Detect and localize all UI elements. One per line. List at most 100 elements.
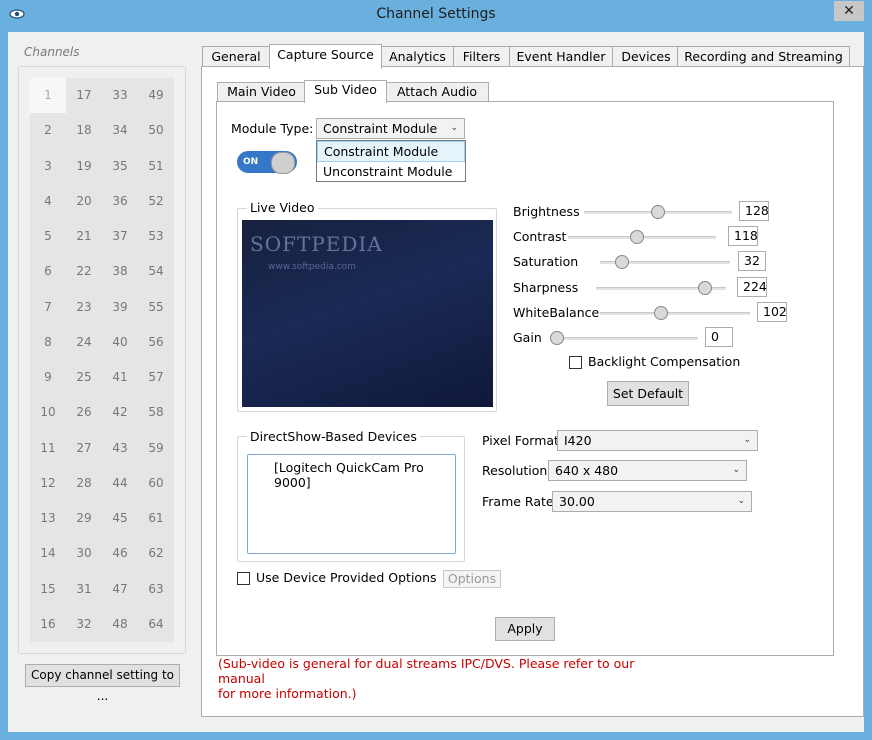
channel-cell[interactable]: 40 bbox=[102, 325, 138, 360]
resolution-select[interactable]: 640 x 480 ⌄ bbox=[548, 460, 747, 481]
channel-cell[interactable]: 2 bbox=[30, 113, 66, 148]
sharpness-slider-thumb[interactable] bbox=[698, 281, 713, 295]
channel-cell[interactable]: 57 bbox=[138, 360, 174, 395]
channel-cell[interactable]: 62 bbox=[138, 536, 174, 571]
channel-cell[interactable]: 12 bbox=[30, 466, 66, 501]
options-button[interactable]: Options bbox=[443, 570, 501, 588]
tab-capture-source[interactable]: Capture Source bbox=[269, 44, 382, 69]
channel-cell[interactable]: 17 bbox=[66, 78, 102, 113]
frame-rate-select[interactable]: 30.00 ⌄ bbox=[552, 491, 752, 512]
channel-cell[interactable]: 55 bbox=[138, 290, 174, 325]
channel-cell[interactable]: 27 bbox=[66, 431, 102, 466]
channel-cell[interactable]: 6 bbox=[30, 254, 66, 289]
channel-cell[interactable]: 22 bbox=[66, 254, 102, 289]
channel-cell[interactable]: 46 bbox=[102, 536, 138, 571]
channel-cell[interactable]: 37 bbox=[102, 219, 138, 254]
channel-cell[interactable]: 45 bbox=[102, 501, 138, 536]
contrast-slider-thumb[interactable] bbox=[629, 230, 644, 244]
channel-cell[interactable]: 20 bbox=[66, 184, 102, 219]
channel-cell[interactable]: 52 bbox=[138, 184, 174, 219]
channel-cell[interactable]: 38 bbox=[102, 254, 138, 289]
channel-cell[interactable]: 13 bbox=[30, 501, 66, 536]
contrast-value[interactable]: 118 bbox=[728, 226, 758, 246]
whitebalance-slider[interactable] bbox=[600, 312, 750, 315]
channel-cell[interactable]: 15 bbox=[30, 572, 66, 607]
channel-cell[interactable]: 43 bbox=[102, 431, 138, 466]
subtab-main-video[interactable]: Main Video bbox=[217, 82, 306, 103]
module-option-unconstraint[interactable]: Unconstraint Module bbox=[317, 162, 465, 181]
subtab-sub-video[interactable]: Sub Video bbox=[304, 80, 387, 103]
set-default-button[interactable]: Set Default bbox=[607, 381, 689, 406]
module-type-select[interactable]: Constraint Module ⌄ bbox=[316, 118, 465, 139]
channel-cell[interactable]: 30 bbox=[66, 536, 102, 571]
channel-cell[interactable]: 41 bbox=[102, 360, 138, 395]
channel-cell[interactable]: 19 bbox=[66, 149, 102, 184]
channel-cell[interactable]: 18 bbox=[66, 113, 102, 148]
channel-cell[interactable]: 9 bbox=[30, 360, 66, 395]
device-list-item[interactable]: [Logitech QuickCam Pro 9000] bbox=[274, 460, 455, 490]
channel-grid: 1 2 3 4 5 6 7 8 9 10 11 12 13 14 15 16 17 18 19 20 21 22 23 24 2… bbox=[30, 78, 174, 642]
channel-cell[interactable]: 28 bbox=[66, 466, 102, 501]
module-option-constraint[interactable]: Constraint Module bbox=[317, 141, 465, 162]
channel-cell[interactable]: 44 bbox=[102, 466, 138, 501]
channel-cell[interactable]: 24 bbox=[66, 325, 102, 360]
gain-value[interactable]: 0 bbox=[705, 327, 733, 347]
channel-cell[interactable]: 54 bbox=[138, 254, 174, 289]
channel-cell[interactable]: 3 bbox=[30, 149, 66, 184]
backlight-checkbox[interactable] bbox=[569, 356, 582, 369]
brightness-slider-thumb[interactable] bbox=[651, 205, 665, 219]
channel-cell[interactable]: 36 bbox=[102, 184, 138, 219]
channel-cell[interactable]: 16 bbox=[30, 607, 66, 642]
channel-cell[interactable]: 49 bbox=[138, 78, 174, 113]
gain-slider-thumb[interactable] bbox=[550, 331, 564, 345]
channel-cell[interactable]: 29 bbox=[66, 501, 102, 536]
sharpness-value[interactable]: 224 bbox=[737, 277, 767, 297]
channel-cell[interactable]: 26 bbox=[66, 395, 102, 430]
channel-cell[interactable]: 34 bbox=[102, 113, 138, 148]
channel-cell[interactable]: 35 bbox=[102, 149, 138, 184]
channel-cell[interactable]: 10 bbox=[30, 395, 66, 430]
channel-cell[interactable]: 33 bbox=[102, 78, 138, 113]
copy-channel-setting-button[interactable]: Copy channel setting to ... bbox=[25, 664, 180, 703]
brightness-value[interactable]: 128 bbox=[739, 201, 769, 221]
channel-cell[interactable]: 51 bbox=[138, 149, 174, 184]
channel-cell[interactable]: 56 bbox=[138, 325, 174, 360]
channel-cell[interactable]: 21 bbox=[66, 219, 102, 254]
channel-cell[interactable]: 25 bbox=[66, 360, 102, 395]
channel-cell[interactable]: 58 bbox=[138, 395, 174, 430]
channel-cell[interactable]: 53 bbox=[138, 219, 174, 254]
channel-cell[interactable]: 11 bbox=[30, 431, 66, 466]
channel-cell[interactable]: 14 bbox=[30, 536, 66, 571]
enable-toggle[interactable]: ON bbox=[237, 151, 297, 174]
use-device-options-checkbox[interactable] bbox=[237, 572, 250, 585]
channel-cell[interactable]: 48 bbox=[102, 607, 138, 642]
channel-cell[interactable]: 47 bbox=[102, 572, 138, 607]
channel-cell[interactable]: 60 bbox=[138, 466, 174, 501]
channel-cell[interactable]: 39 bbox=[102, 290, 138, 325]
channel-cell[interactable]: 59 bbox=[138, 431, 174, 466]
channel-cell[interactable]: 5 bbox=[30, 219, 66, 254]
channel-cell[interactable]: 1 bbox=[30, 78, 66, 113]
device-list[interactable]: [Logitech QuickCam Pro 9000] bbox=[247, 454, 456, 554]
close-button[interactable]: ✕ bbox=[834, 1, 864, 21]
saturation-value[interactable]: 32 bbox=[738, 251, 766, 271]
apply-button[interactable]: Apply bbox=[495, 617, 555, 641]
subtab-attach-audio[interactable]: Attach Audio bbox=[385, 82, 489, 103]
gain-slider[interactable] bbox=[550, 337, 698, 340]
frame-rate-value: 30.00 bbox=[559, 494, 595, 509]
channel-cell[interactable]: 8 bbox=[30, 325, 66, 360]
channel-cell[interactable]: 23 bbox=[66, 290, 102, 325]
channel-cell[interactable]: 61 bbox=[138, 501, 174, 536]
channel-cell[interactable]: 50 bbox=[138, 113, 174, 148]
channel-cell[interactable]: 42 bbox=[102, 395, 138, 430]
channel-cell[interactable]: 63 bbox=[138, 572, 174, 607]
resolution-value: 640 x 480 bbox=[555, 463, 619, 478]
channel-cell[interactable]: 4 bbox=[30, 184, 66, 219]
saturation-slider-thumb[interactable] bbox=[615, 255, 630, 269]
channel-cell[interactable]: 31 bbox=[66, 572, 102, 607]
channel-cell[interactable]: 64 bbox=[138, 607, 174, 642]
channel-cell[interactable]: 32 bbox=[66, 607, 102, 642]
whitebalance-value[interactable]: 102 bbox=[757, 302, 787, 322]
channel-cell[interactable]: 7 bbox=[30, 290, 66, 325]
pixel-format-select[interactable]: I420 ⌄ bbox=[557, 430, 758, 451]
